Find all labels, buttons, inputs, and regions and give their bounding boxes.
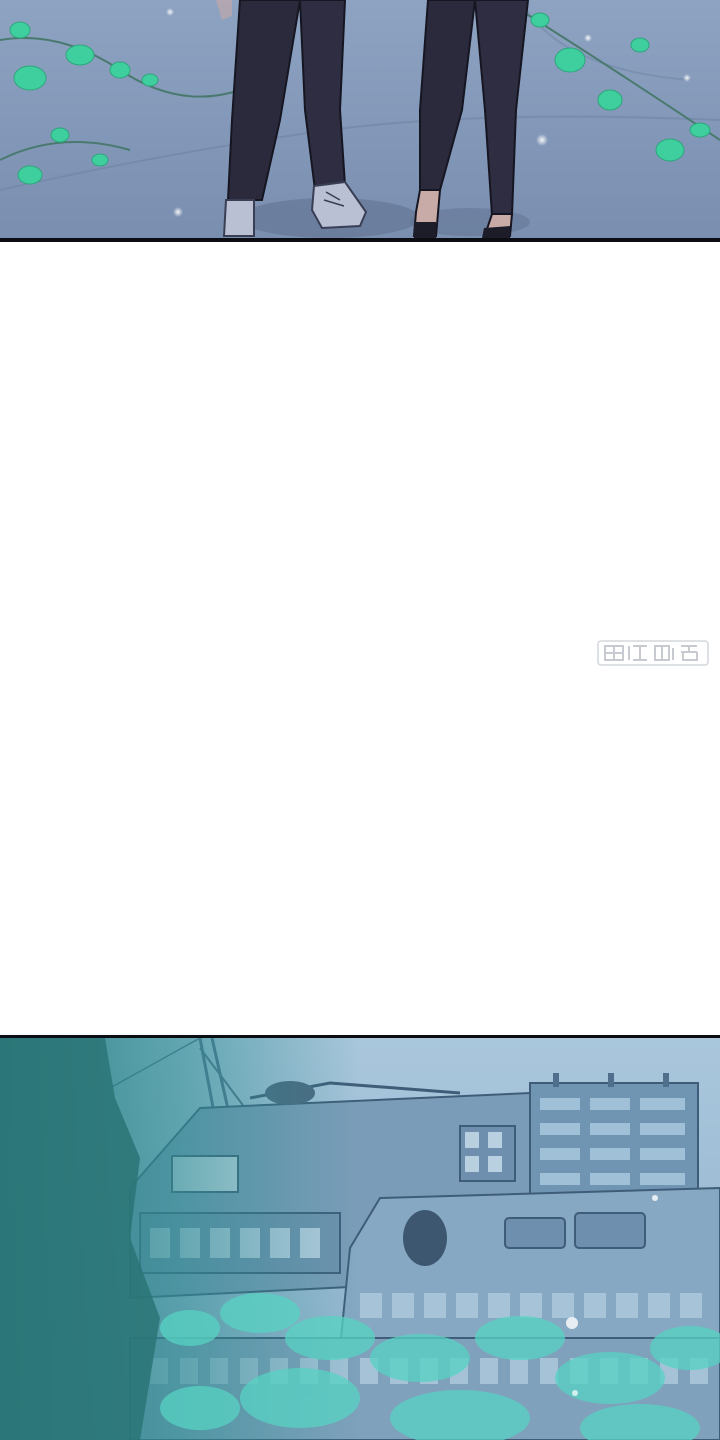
comic-panel-top [0, 0, 720, 238]
comic-panel-bottom [0, 1038, 720, 1440]
watermark [597, 638, 709, 668]
cityscape-scene-illustration [0, 1038, 720, 1440]
watermark-logo [597, 640, 709, 666]
left-sneaker [222, 199, 255, 237]
legs-scene-illustration [0, 0, 720, 238]
